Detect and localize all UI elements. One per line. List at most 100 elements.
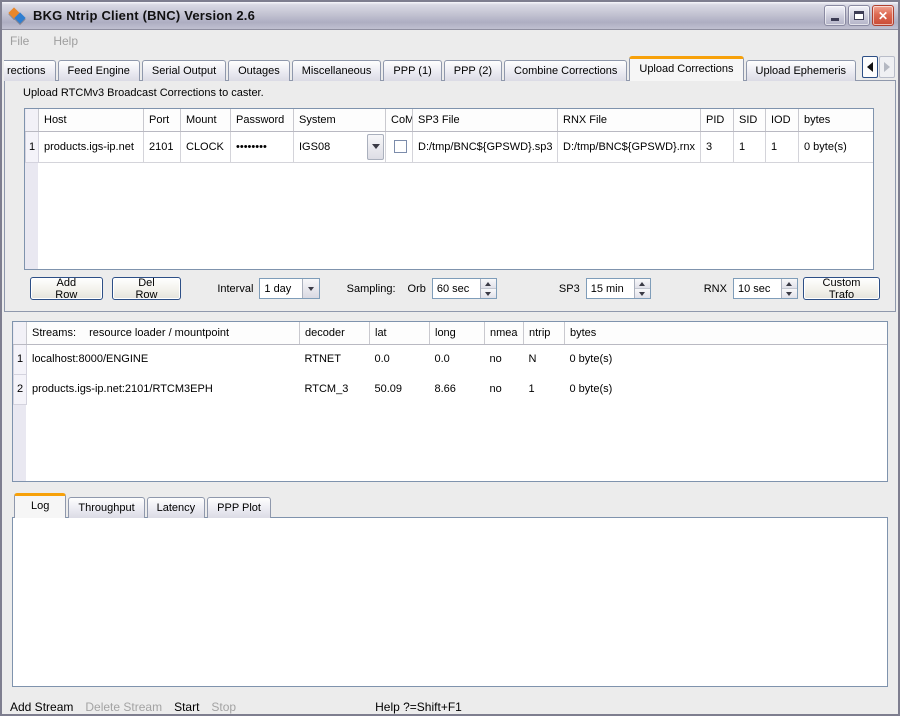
- maximize-button[interactable]: [848, 5, 870, 26]
- spin-up-button[interactable]: [635, 279, 650, 288]
- spin-up-button[interactable]: [782, 279, 797, 288]
- tab-ppp-2[interactable]: PPP (2): [444, 60, 502, 81]
- custom-trafo-button[interactable]: Custom Trafo: [803, 277, 880, 300]
- orb-label: Orb: [408, 283, 426, 295]
- interval-combobox[interactable]: 1 day: [259, 278, 319, 299]
- lat-cell[interactable]: 50.09: [370, 374, 430, 404]
- arrow-up-icon: [786, 282, 792, 286]
- tab-ppp-plot[interactable]: PPP Plot: [207, 497, 271, 518]
- row-number: 1: [26, 131, 39, 162]
- add-row-button[interactable]: Add Row: [30, 277, 103, 300]
- col-bytes: bytes: [565, 322, 889, 344]
- port-cell[interactable]: 2101: [144, 131, 181, 162]
- tab-upload-corrections[interactable]: Upload Corrections: [629, 56, 743, 81]
- col-long: long: [430, 322, 485, 344]
- log-output[interactable]: [12, 517, 888, 687]
- menu-help[interactable]: Help: [53, 34, 78, 48]
- col-ntrip: ntrip: [524, 322, 565, 344]
- mountpoint-cell[interactable]: localhost:8000/ENGINE: [27, 344, 300, 374]
- tab-outages[interactable]: Outages: [228, 60, 290, 81]
- spin-up-button[interactable]: [481, 279, 496, 288]
- password-cell[interactable]: ••••••••: [231, 131, 294, 162]
- tab-feed-engine[interactable]: Feed Engine: [58, 60, 140, 81]
- com-checkbox[interactable]: [394, 140, 407, 153]
- col-bytes: bytes: [799, 109, 875, 131]
- col-nmea: nmea: [485, 322, 524, 344]
- ntrip-cell[interactable]: N: [524, 344, 565, 374]
- sp3-file-cell[interactable]: D:/tmp/BNC${GPSWD}.sp3: [413, 131, 558, 162]
- chevron-down-icon: [372, 144, 380, 149]
- upload-controls: Add Row Del Row Interval 1 day Sampling:…: [24, 277, 880, 300]
- tab-log[interactable]: Log: [14, 493, 66, 518]
- window-title: BKG Ntrip Client (BNC) Version 2.6: [33, 8, 824, 23]
- bytes-cell: 0 byte(s): [799, 131, 875, 162]
- system-dropdown-button[interactable]: [367, 134, 384, 160]
- mountpoint-cell[interactable]: products.igs-ip.net:2101/RTCM3EPH: [27, 374, 300, 404]
- orb-spinbox[interactable]: 60 sec: [432, 278, 497, 299]
- spin-down-button[interactable]: [782, 288, 797, 298]
- app-icon: [8, 7, 28, 25]
- sampling-label: Sampling:: [347, 283, 396, 295]
- nmea-cell[interactable]: no: [485, 374, 524, 404]
- rnx-label: RNX: [704, 283, 727, 295]
- sp3-spinbox[interactable]: 15 min: [586, 278, 651, 299]
- tab-ppp-1[interactable]: PPP (1): [383, 60, 441, 81]
- row-number: 1: [14, 344, 27, 374]
- col-mount: Mount: [181, 109, 231, 131]
- arrow-up-icon: [639, 282, 645, 286]
- sid-cell[interactable]: 1: [734, 131, 766, 162]
- stop-button: Stop: [211, 700, 236, 714]
- mount-cell[interactable]: CLOCK: [181, 131, 231, 162]
- tab-scroll-right-button: [879, 56, 895, 78]
- stream-row[interactable]: 1 localhost:8000/ENGINE RTNET 0.0 0.0 no…: [14, 344, 889, 374]
- spin-down-button[interactable]: [635, 288, 650, 298]
- col-password: Password: [231, 109, 294, 131]
- tab-scroll-left-button[interactable]: [862, 56, 878, 78]
- pid-cell[interactable]: 3: [701, 131, 734, 162]
- rnx-file-cell[interactable]: D:/tmp/BNC${GPSWD}.rnx: [558, 131, 701, 162]
- stream-row[interactable]: 2 products.igs-ip.net:2101/RTCM3EPH RTCM…: [14, 374, 889, 404]
- minimize-icon: [831, 18, 839, 21]
- help-hint: Help ?=Shift+F1: [375, 700, 462, 714]
- upload-corrections-pane: Upload RTCMv3 Broadcast Corrections to c…: [4, 80, 896, 312]
- corner-cell: [14, 322, 27, 344]
- del-row-button[interactable]: Del Row: [112, 277, 182, 300]
- menubar: File Help: [2, 30, 898, 52]
- bytes-cell: 0 byte(s): [565, 374, 889, 404]
- streams-table-header: Streams: resource loader / mountpoint de…: [14, 322, 889, 344]
- system-combobox[interactable]: IGS08: [299, 132, 385, 162]
- tab-upload-ephemeris[interactable]: Upload Ephemeris: [746, 60, 857, 81]
- left-arrow-icon: [867, 62, 873, 72]
- nmea-cell[interactable]: no: [485, 344, 524, 374]
- tab-serial-output[interactable]: Serial Output: [142, 60, 226, 81]
- tab-miscellaneous[interactable]: Miscellaneous: [292, 60, 382, 81]
- ntrip-cell[interactable]: 1: [524, 374, 565, 404]
- col-host: Host: [39, 109, 144, 131]
- add-stream-button[interactable]: Add Stream: [10, 700, 73, 714]
- long-cell[interactable]: 0.0: [430, 344, 485, 374]
- tab-combine-corrections[interactable]: Combine Corrections: [504, 60, 627, 81]
- spin-down-button[interactable]: [481, 288, 496, 298]
- long-cell[interactable]: 8.66: [430, 374, 485, 404]
- close-button[interactable]: ✕: [872, 5, 894, 26]
- minimize-button[interactable]: [824, 5, 846, 26]
- tab-corrections[interactable]: rections: [4, 60, 56, 81]
- decoder-cell[interactable]: RTNET: [300, 344, 370, 374]
- tab-latency[interactable]: Latency: [147, 497, 206, 518]
- decoder-cell[interactable]: RTCM_3: [300, 374, 370, 404]
- interval-dropdown-button[interactable]: [302, 279, 319, 298]
- tab-throughput[interactable]: Throughput: [68, 497, 144, 518]
- delete-stream-button: Delete Stream: [85, 700, 162, 714]
- arrow-down-icon: [786, 292, 792, 296]
- iod-cell[interactable]: 1: [766, 131, 799, 162]
- col-decoder: decoder: [300, 322, 370, 344]
- lat-cell[interactable]: 0.0: [370, 344, 430, 374]
- rnx-spinbox[interactable]: 10 sec: [733, 278, 798, 299]
- chevron-down-icon: [308, 287, 314, 291]
- menu-file[interactable]: File: [10, 34, 29, 48]
- col-pid: PID: [701, 109, 734, 131]
- upload-table-header: Host Port Mount Password System CoM SP3 …: [26, 109, 875, 131]
- host-cell[interactable]: products.igs-ip.net: [39, 131, 144, 162]
- start-button[interactable]: Start: [174, 700, 199, 714]
- statusbar: Add Stream Delete Stream Start Stop Help…: [2, 687, 898, 714]
